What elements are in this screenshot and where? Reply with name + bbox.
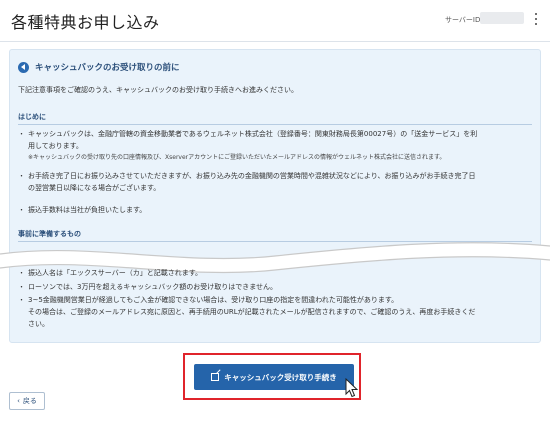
- server-id-value-redacted: [480, 12, 524, 24]
- list-item-line: さい。: [28, 320, 49, 328]
- cashback-procedure-button[interactable]: キャッシュバック受け取り手続き: [194, 364, 354, 390]
- back-button-label: 戻る: [22, 397, 37, 405]
- list-item-line: 3~5金融機関営業日が経過してもご入金が確認できない場合は、受け取り口座の指定を…: [28, 296, 399, 304]
- list-item: ・ キャッシュバックは、金融庁管轄の資金移動業者であるウェルネット株式会社（登録…: [18, 128, 532, 164]
- page-header: 各種特典お申し込み サーバーID: [0, 0, 550, 42]
- kebab-menu-icon[interactable]: [531, 11, 541, 27]
- back-button[interactable]: ‹ 戻る: [9, 392, 45, 410]
- mouse-cursor-icon: [345, 378, 359, 398]
- notice-heading: キャッシュバックのお受け取りの前に: [18, 61, 180, 73]
- list-item-line: お手続き完了日にお振り込みさせていただきますが、お振り込み先の金融機関の営業時間…: [28, 172, 476, 180]
- notice-title-text: キャッシュバックのお受け取りの前に: [35, 63, 180, 73]
- list-item: ・ ローソンでは、3万円を超えるキャッシュバック額のお受け取りはできません。: [18, 281, 532, 293]
- list-item-note: ※キャッシュバックの受け取り先の口座情報及び、Xserverアカウントにご登録い…: [28, 154, 446, 161]
- notice-intro: 下記注意事項をご確認のうえ、キャッシュバックのお受け取り手続きへお進みください。: [18, 86, 298, 94]
- list-item-line: の翌営業日以降になる場合がございます。: [28, 184, 161, 192]
- list-item: ・ 振込人名は「エックスサーバー（カ」と記載されます。: [18, 267, 532, 279]
- cashback-procedure-label: キャッシュバック受け取り手続き: [224, 372, 337, 382]
- list-item-line: ローソンでは、3万円を超えるキャッシュバック額のお受け取りはできません。: [28, 283, 278, 291]
- list-item-line: 振込手数料は当社が負担いたします。: [28, 206, 147, 214]
- arrow-left-circle-icon: [18, 61, 29, 73]
- list-item-line: キャッシュバックは、金融庁管轄の資金移動業者であるウェルネット株式会社（登録番号…: [28, 130, 478, 138]
- section-heading-intro: はじめに: [18, 113, 46, 121]
- list-item-line: 振込人名は「エックスサーバー（カ」と記載されます。: [28, 269, 203, 277]
- server-id-label: サーバーID: [445, 16, 481, 24]
- list-item: ・ お手続き完了日にお振り込みさせていただきますが、お振り込み先の金融機関の営業…: [18, 170, 532, 194]
- list-item-line: 用しております。: [28, 142, 83, 150]
- external-link-icon: [211, 373, 220, 381]
- list-item: ・ 振込手数料は当社が負担いたします。: [18, 204, 532, 216]
- page-title: 各種特典お申し込み: [11, 13, 160, 32]
- list-item-line: その場合は、ご登録のメールアドレス宛に原因と、再手続用のURLが記載されたメール…: [28, 308, 476, 316]
- chevron-left-icon: ‹: [17, 397, 20, 405]
- section-divider: [18, 124, 532, 125]
- list-item: ・ 3~5金融機関営業日が経過してもご入金が確認できない場合は、受け取り口座の指…: [18, 294, 532, 330]
